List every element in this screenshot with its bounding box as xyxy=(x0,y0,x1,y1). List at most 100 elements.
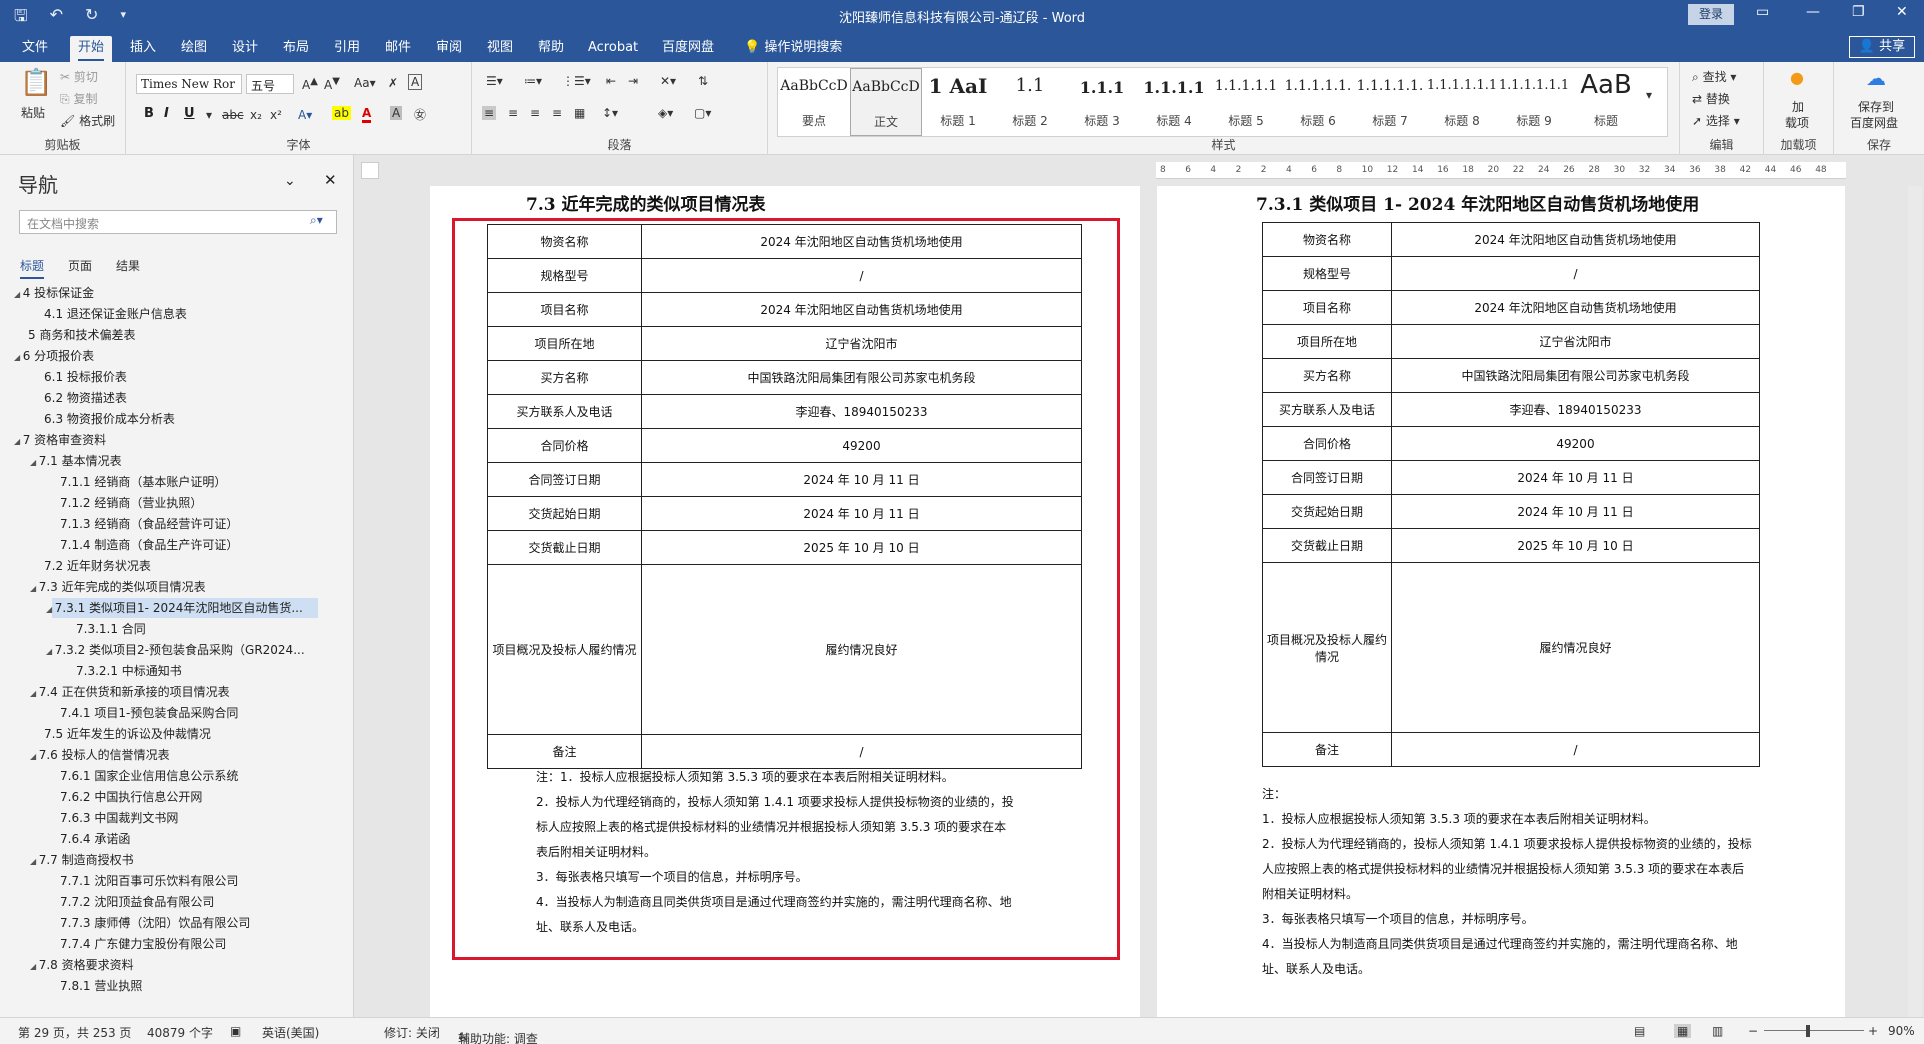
line-spacing-icon[interactable]: ↕▾ xyxy=(602,106,618,120)
nav-heading-item[interactable]: 7.2 近年财务状况表 xyxy=(0,556,151,576)
table-value-cell[interactable]: 2024 年 10 月 11 日 xyxy=(641,462,1082,497)
style-item[interactable]: 1.1.1 标题 3 xyxy=(1066,68,1138,136)
zoom-slider[interactable] xyxy=(1764,1030,1864,1031)
bullets-icon[interactable]: ☰▾ xyxy=(486,74,503,88)
nav-heading-item[interactable]: 7.1.3 经销商（食品经营许可证） xyxy=(0,514,238,534)
tab-help[interactable]: 帮助 xyxy=(530,36,572,62)
subscript-icon[interactable]: x₂ xyxy=(250,108,262,122)
bold-icon[interactable]: B xyxy=(144,106,154,121)
tab-layout[interactable]: 布局 xyxy=(275,36,317,62)
nav-heading-item[interactable]: 7.7.2 沈阳顶益食品有限公司 xyxy=(0,892,214,912)
cloud-icon[interactable]: ☁ xyxy=(1866,66,1886,90)
tab-acrobat[interactable]: Acrobat xyxy=(580,36,646,62)
nav-heading-item[interactable]: 7.1.2 经销商（营业执照） xyxy=(0,493,202,513)
table-label-cell[interactable]: 买方名称 xyxy=(487,360,642,395)
nav-heading-item[interactable]: ◢ 7 资格审查资料 xyxy=(0,430,106,450)
expand-collapse-icon[interactable]: ◢ xyxy=(30,962,39,971)
table-label-cell[interactable]: 备注 xyxy=(1262,732,1392,767)
table-value-cell[interactable]: 辽宁省沈阳市 xyxy=(1391,324,1760,359)
char-shading-icon[interactable]: A xyxy=(390,106,403,120)
font-size-combo[interactable]: 五号 xyxy=(246,74,294,94)
table-value-cell[interactable]: 李迎春、18940150233 xyxy=(1391,392,1760,427)
nav-heading-item[interactable]: 7.1.1 经销商（基本账户证明） xyxy=(0,472,226,492)
tab-references[interactable]: 引用 xyxy=(326,36,368,62)
table-label-cell[interactable]: 合同签订日期 xyxy=(1262,460,1392,495)
table-value-cell[interactable]: 49200 xyxy=(1391,426,1760,461)
tab-insert[interactable]: 插入 xyxy=(122,36,164,62)
style-item[interactable]: 1.1 标题 2 xyxy=(994,68,1066,136)
table-value-cell[interactable]: / xyxy=(641,734,1082,769)
nav-heading-item[interactable]: 7.5 近年发生的诉讼及仲裁情况 xyxy=(0,724,211,744)
select-button[interactable]: ➚ 选择 ▾ xyxy=(1692,112,1740,129)
search-icon[interactable]: ⌕▾ xyxy=(310,213,323,228)
nav-heading-item[interactable]: ◢ 7.3.1 类似项目1- 2024年沈阳地区自动售货... xyxy=(46,598,318,618)
nav-heading-item[interactable]: 7.6.3 中国裁判文书网 xyxy=(0,808,178,828)
format-painter-button[interactable]: 🖌 格式刷 xyxy=(60,112,115,129)
nav-heading-item[interactable]: ◢ 4 投标保证金 xyxy=(0,283,94,303)
expand-collapse-icon[interactable]: ◢ xyxy=(46,647,55,656)
numbering-icon[interactable]: ≔▾ xyxy=(524,74,542,88)
tab-draw[interactable]: 绘图 xyxy=(173,36,215,62)
expand-collapse-icon[interactable]: ◢ xyxy=(30,584,39,593)
align-center-icon[interactable]: ≡ xyxy=(508,106,518,120)
char-border-icon[interactable]: A xyxy=(408,74,423,90)
tab-baidu[interactable]: 百度网盘 xyxy=(654,36,722,62)
nav-heading-item[interactable]: 5 商务和技术偏差表 xyxy=(0,325,135,345)
nav-heading-item[interactable]: ◢ 7.6 投标人的信誉情况表 xyxy=(0,745,170,765)
italic-icon[interactable]: I xyxy=(164,106,169,121)
table-label-cell[interactable]: 买方名称 xyxy=(1262,358,1392,393)
style-item[interactable]: 1.1.1.1.1.1 标题 8 xyxy=(1426,68,1498,136)
table-label-cell[interactable]: 项目名称 xyxy=(487,292,642,327)
nav-search-input[interactable]: 在文档中搜索 xyxy=(19,210,337,234)
zoom-level[interactable]: 90% xyxy=(1888,1024,1915,1038)
nav-heading-item[interactable]: ◢ 7.4 正在供货和新承接的项目情况表 xyxy=(0,682,230,702)
table-value-cell[interactable]: 2024 年沈阳地区自动售货机场地使用 xyxy=(1391,222,1760,257)
enclose-char-icon[interactable]: ㊛ xyxy=(414,106,426,123)
table-value-cell[interactable]: / xyxy=(1391,732,1760,767)
nav-tab-pages[interactable]: 页面 xyxy=(68,257,92,279)
nav-close-icon[interactable]: ✕ xyxy=(324,171,337,189)
table-label-cell[interactable]: 合同签订日期 xyxy=(487,462,642,497)
nav-heading-item[interactable]: 7.8.1 营业执照 xyxy=(0,976,142,996)
nav-heading-item[interactable]: 6.1 投标报价表 xyxy=(0,367,127,387)
table-value-cell[interactable]: 2024 年沈阳地区自动售货机场地使用 xyxy=(641,292,1082,327)
nav-heading-item[interactable]: 7.3.1.1 合同 xyxy=(0,619,146,639)
text-effects-icon[interactable]: A▾ xyxy=(298,108,312,122)
table-label-cell[interactable]: 合同价格 xyxy=(1262,426,1392,461)
style-item[interactable]: 1.1.1.1 标题 4 xyxy=(1138,68,1210,136)
cut-button[interactable]: ✂ 剪切 xyxy=(60,68,98,85)
table-value-cell[interactable]: 2024 年沈阳地区自动售货机场地使用 xyxy=(641,224,1082,259)
borders-icon[interactable]: ▢▾ xyxy=(694,106,711,120)
table-label-cell[interactable]: 交货截止日期 xyxy=(487,530,642,565)
word-count[interactable]: 40879 个字 xyxy=(147,1024,213,1041)
table-value-cell[interactable]: / xyxy=(1391,256,1760,291)
expand-collapse-icon[interactable]: ◢ xyxy=(30,458,39,467)
tab-design[interactable]: 设计 xyxy=(224,36,266,62)
table-label-cell[interactable]: 物资名称 xyxy=(1262,222,1392,257)
vertical-scrollbar[interactable] xyxy=(1908,186,1922,1017)
language[interactable]: 英语(美国) xyxy=(262,1024,319,1041)
tab-selector[interactable] xyxy=(361,162,379,179)
table-value-cell[interactable]: 履约情况良好 xyxy=(1391,562,1760,733)
find-button[interactable]: ⌕ 查找 ▾ xyxy=(1692,68,1736,85)
tab-mailings[interactable]: 邮件 xyxy=(377,36,419,62)
align-left-icon[interactable]: ≡ xyxy=(482,106,497,120)
nav-heading-item[interactable]: 7.3.2.1 中标通知书 xyxy=(0,661,182,681)
paste-icon[interactable]: 📋 xyxy=(20,68,52,98)
zoom-slider-thumb[interactable] xyxy=(1806,1025,1810,1037)
track-changes-status[interactable]: 修订: 关闭 xyxy=(384,1024,440,1041)
nav-heading-item[interactable]: 7.1.4 制造商（食品生产许可证） xyxy=(0,535,238,555)
underline-dropdown-icon[interactable]: ▾ xyxy=(206,108,212,122)
nav-heading-item[interactable]: 6.3 物资报价成本分析表 xyxy=(0,409,175,429)
expand-collapse-icon[interactable]: ◢ xyxy=(14,290,23,299)
zoom-in-icon[interactable]: + xyxy=(1868,1024,1878,1038)
nav-options-icon[interactable]: ⌄ xyxy=(284,173,296,189)
style-item[interactable]: AaBbCcD 正文 xyxy=(850,68,922,136)
table-value-cell[interactable]: 履约情况良好 xyxy=(641,564,1082,735)
table-value-cell[interactable]: 2024 年沈阳地区自动售货机场地使用 xyxy=(1391,290,1760,325)
read-mode-icon[interactable]: ▤ xyxy=(1634,1024,1645,1038)
style-item[interactable]: 1.1.1.1.1. 标题 7 xyxy=(1354,68,1426,136)
sort-icon[interactable]: ⇅ xyxy=(698,74,708,88)
style-item[interactable]: 1.1.1.1.1.1 标题 9 xyxy=(1498,68,1570,136)
nav-heading-item[interactable]: ◢ 7.1 基本情况表 xyxy=(0,451,122,471)
